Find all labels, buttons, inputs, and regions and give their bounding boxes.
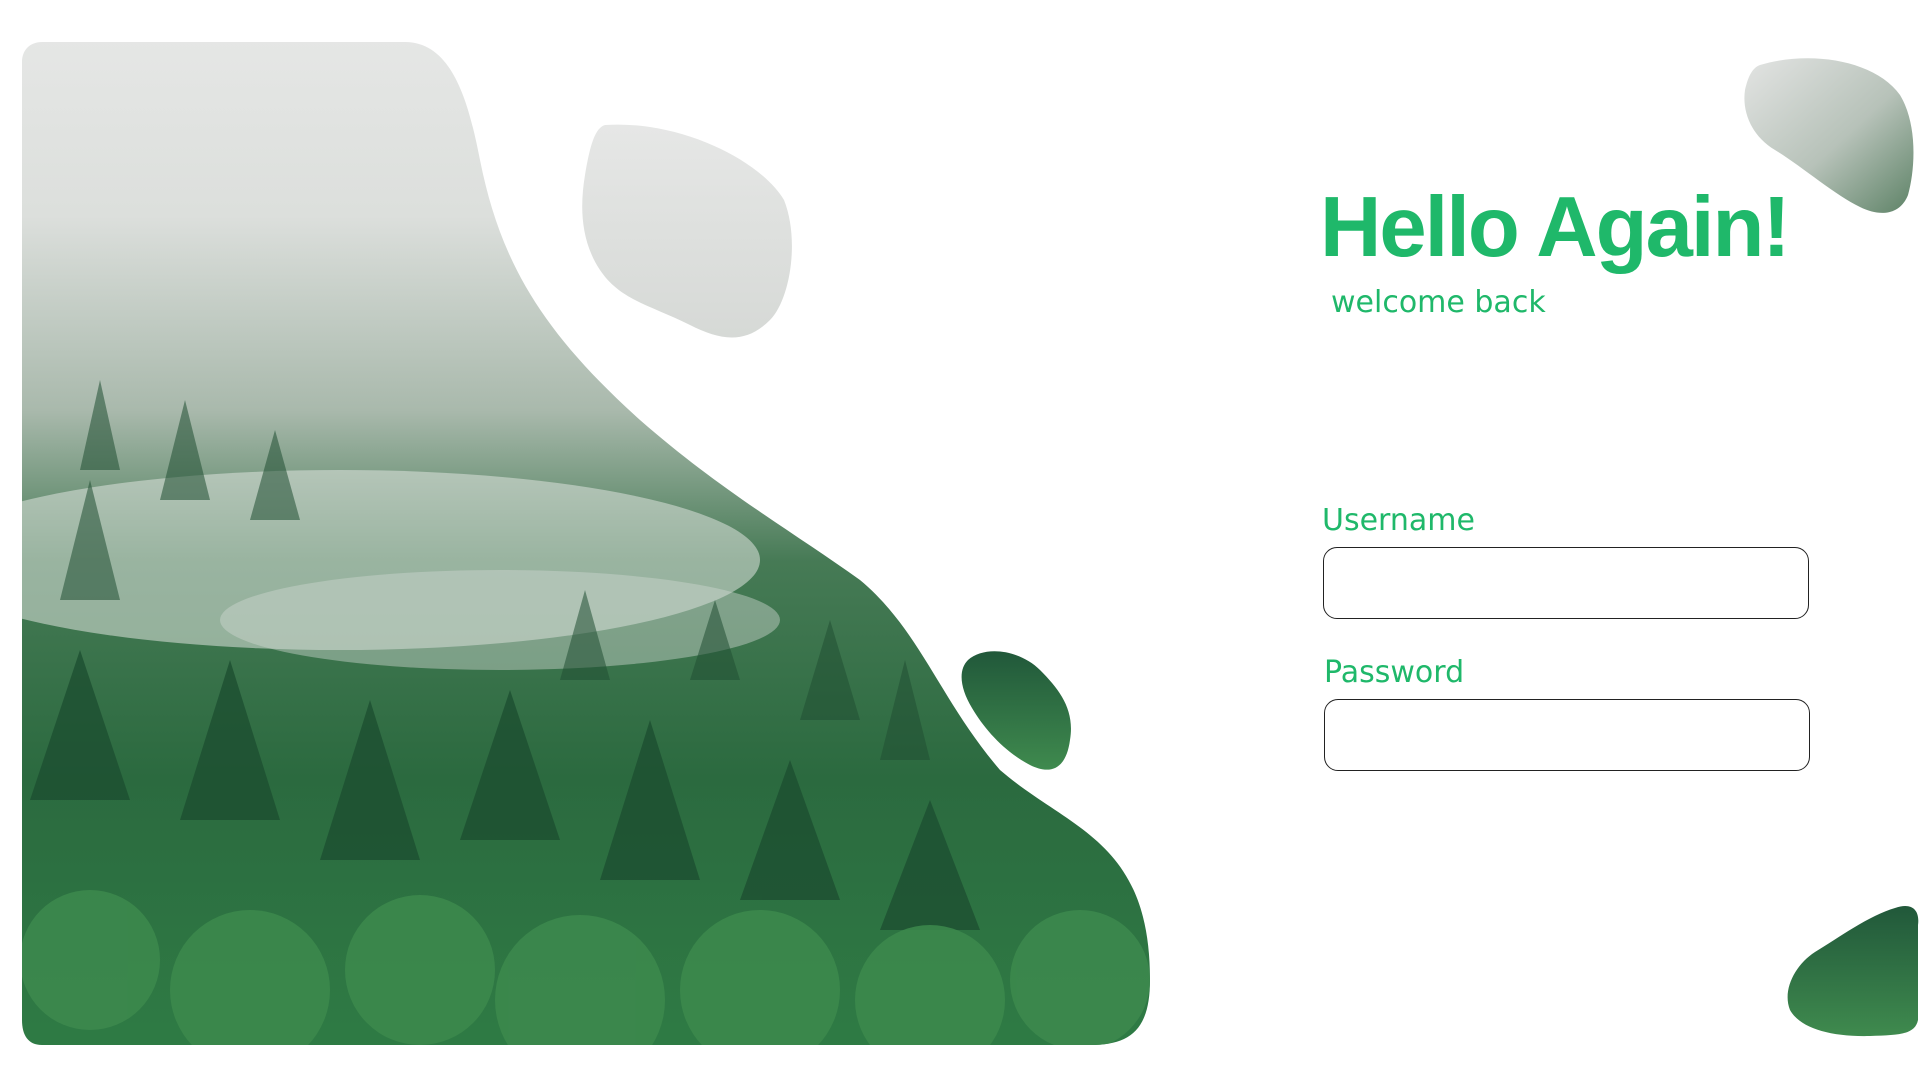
page-subtitle: welcome back xyxy=(1331,285,1546,320)
page-title: Hello Again! xyxy=(1320,180,1791,275)
username-label: Username xyxy=(1322,503,1475,538)
password-label: Password xyxy=(1324,655,1465,690)
forest-blob-bottom-right xyxy=(1787,905,1919,1037)
forest-artwork xyxy=(22,42,1919,1045)
username-input[interactable] xyxy=(1323,547,1809,619)
fog-blob-top xyxy=(582,124,792,338)
password-input[interactable] xyxy=(1324,699,1810,771)
